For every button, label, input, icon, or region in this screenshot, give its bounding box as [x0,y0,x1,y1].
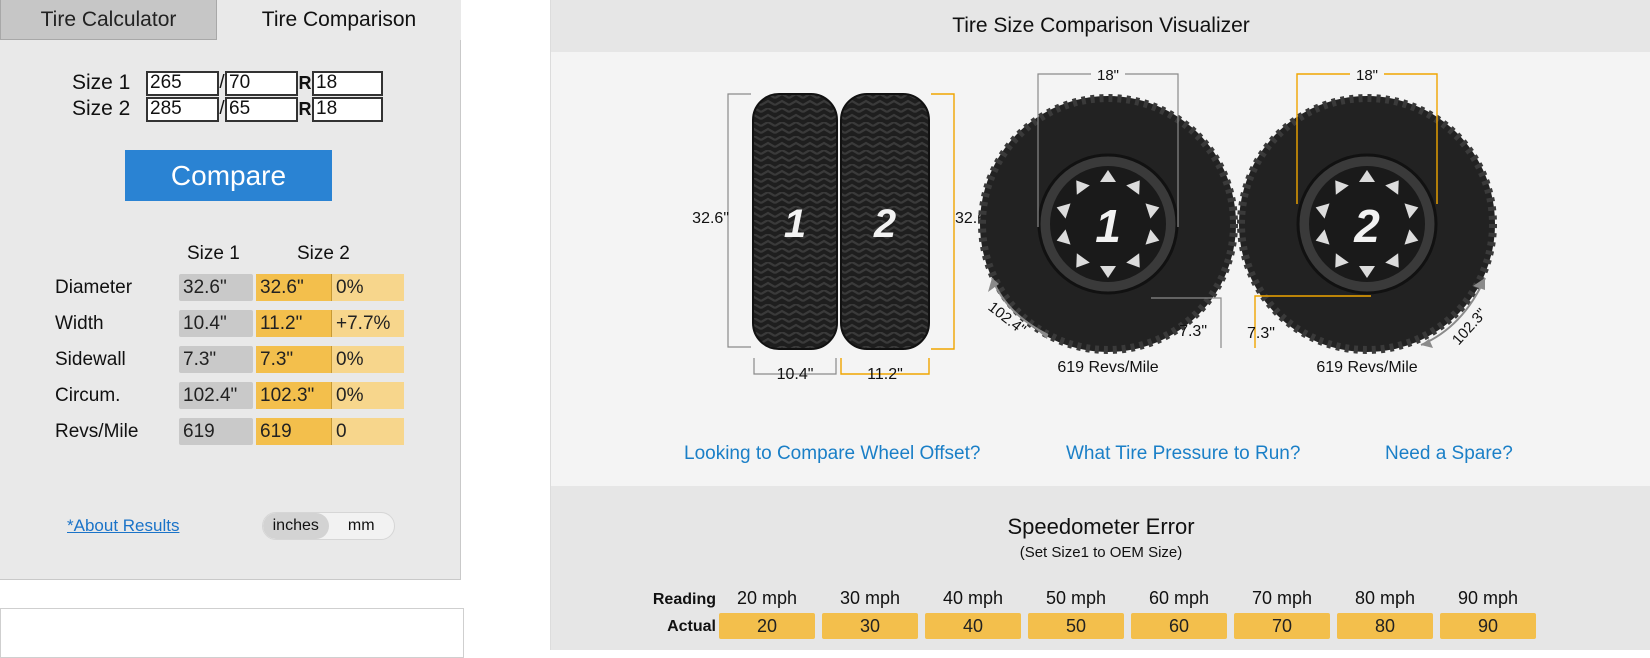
tire1-side-view: 1 18" 7.3" 102.4" 619 Revs/Mile [978,66,1238,376]
result-size1-value: 10.4" [179,310,253,337]
actual-value: 20 [719,613,815,639]
unit-toggle[interactable]: inches mm [262,512,395,540]
tire1-height-label: 32.6" [692,210,729,227]
actual-value: 60 [1131,613,1227,639]
result-label: Width [55,312,104,334]
tire-pressure-link[interactable]: What Tire Pressure to Run? [1066,443,1300,465]
actual-value: 80 [1337,613,1433,639]
size1-label: Size 1 [72,71,131,94]
result-row-circumference: Circum. 102.4" 102.3" 0% [55,382,404,409]
need-a-spare-link[interactable]: Need a Spare? [1385,443,1513,465]
result-size2-value: 102.3" [256,382,331,409]
result-difference: +7.7% [331,310,404,337]
wheel1-rim-label: 18" [1097,67,1119,84]
result-row-revs-per-mile: Revs/Mile 619 619 0 [55,418,404,445]
result-size1-value: 102.4" [179,382,253,409]
wheel2-rim-label: 18" [1356,67,1378,84]
actual-value: 50 [1028,613,1124,639]
tire2-height-bracket [931,93,955,350]
tire2-number: 2 [873,202,896,246]
result-label: Sidewall [55,348,126,370]
tire2-side-view: 2 18" 7.3" 102.3" 619 Revs/Mile [1237,66,1497,376]
result-difference: 0% [331,382,404,409]
result-row-diameter: Diameter 32.6" 32.6" 0% [55,274,404,301]
result-size1-value: 619 [179,418,253,445]
result-difference: 0% [331,274,404,301]
about-results-link[interactable]: *About Results [67,516,179,536]
tire1-height-bracket [727,93,751,348]
wheel2-revs-label: 619 Revs/Mile [1316,359,1417,376]
result-label: Diameter [55,276,133,298]
reading-value: 40 mph [942,588,1004,608]
tire2-tread-view: 2 32.6" 11.2" [840,93,992,383]
reading-value: 90 mph [1457,588,1519,608]
wheel1-sidewall-label: 7.3" [1179,323,1207,340]
result-size1-value: 32.6" [179,274,253,301]
visualizer-title: Tire Size Comparison Visualizer [551,0,1650,52]
reading-value: 80 mph [1354,588,1416,608]
tire1-width-label: 10.4" [777,366,814,383]
unit-mm-option[interactable]: mm [329,513,395,539]
wheel1-revs-label: 619 Revs/Mile [1057,359,1158,376]
tire-comparison-panel: Tire Calculator Tire Comparison Size 1 /… [0,0,461,580]
size2-row: Size 2 / R [72,96,383,122]
size1-width-input[interactable] [146,70,219,96]
rim-separator: R [298,98,312,119]
speedometer-subtitle: (Set Size1 to OEM Size) [1019,544,1183,561]
visualizer-area: 1 32.6" 10.4" 2 32.6" 11.2" 1 18" 7.3" 1… [551,52,1650,486]
actual-value: 70 [1234,613,1330,639]
reading-value: 70 mph [1251,588,1313,608]
result-row-width: Width 10.4" 11.2" +7.7% [55,310,404,337]
tire1-number: 1 [784,202,806,246]
result-size2-value: 11.2" [256,310,331,337]
rim-separator: R [298,72,312,93]
result-difference: 0 [331,418,404,445]
actual-value: 40 [925,613,1021,639]
reading-value: 20 mph [736,588,798,608]
result-size2-value: 7.3" [256,346,331,373]
speedometer-title: Speedometer Error [1007,514,1195,539]
result-row-sidewall: Sidewall 7.3" 7.3" 0% [55,346,404,373]
actual-value: 30 [822,613,918,639]
tire2-width-label: 11.2" [867,366,903,383]
reading-value: 60 mph [1148,588,1210,608]
reading-row-label: Reading [652,591,716,608]
wheel2-sidewall-label: 7.3" [1247,325,1275,342]
compare-wheel-offset-link[interactable]: Looking to Compare Wheel Offset? [684,443,980,465]
size2-label: Size 2 [72,97,131,120]
tab-tire-calculator[interactable]: Tire Calculator [0,0,217,40]
wheel2-number: 2 [1353,200,1380,252]
result-label: Revs/Mile [55,420,139,442]
lower-content-box [0,608,464,658]
result-difference: 0% [331,346,404,373]
size2-rim-input[interactable] [312,96,383,122]
result-size2-value: 32.6" [256,274,331,301]
wheel1-number: 1 [1095,200,1121,252]
size1-rim-input[interactable] [312,70,383,96]
speedometer-error-section: Speedometer Error (Set Size1 to OEM Size… [551,486,1650,650]
size2-width-input[interactable] [146,96,219,122]
tab-tire-comparison[interactable]: Tire Comparison [217,0,461,40]
results-header-size1: Size 1 [187,243,240,264]
actual-row-label: Actual [667,618,716,635]
tire1-tread-view: 1 32.6" 10.4" [692,93,838,383]
result-label: Circum. [55,384,121,406]
result-size2-value: 619 [256,418,331,445]
reading-value: 50 mph [1045,588,1107,608]
size1-row: Size 1 / R [72,70,383,96]
size1-aspect-input[interactable] [225,70,298,96]
compare-button[interactable]: Compare [125,150,332,201]
unit-inches-option[interactable]: inches [263,513,329,539]
visualizer-panel: Tire Size Comparison Visualizer 1 32.6" … [550,0,1650,650]
actual-value: 90 [1440,613,1536,639]
result-size1-value: 7.3" [179,346,253,373]
tire-diagram: 1 32.6" 10.4" 2 32.6" 11.2" 1 18" 7.3" 1… [692,66,1497,383]
results-header-size2: Size 2 [297,243,350,264]
reading-value: 30 mph [839,588,901,608]
size2-aspect-input[interactable] [225,96,298,122]
